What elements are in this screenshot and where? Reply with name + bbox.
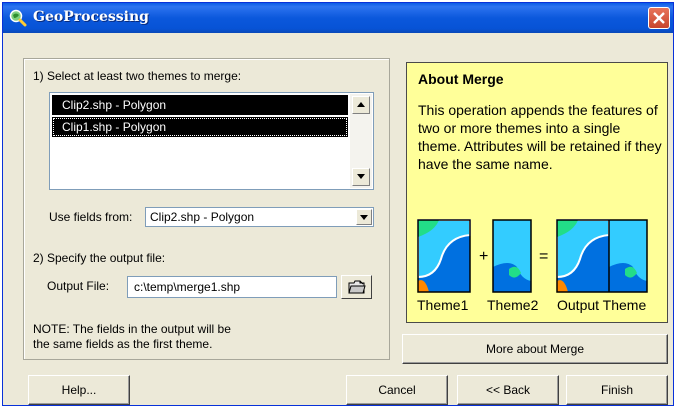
themes-scrollbar[interactable] <box>350 94 372 188</box>
help-button[interactable]: Help... <box>28 375 130 405</box>
list-item[interactable]: Clip2.shp - Polygon <box>52 95 348 115</box>
theme2-caption: Theme2 <box>487 297 539 313</box>
equals-sign: = <box>539 248 548 265</box>
about-merge-panel: About Merge This operation appends the f… <box>406 62 668 323</box>
plus-sign: + <box>479 248 488 265</box>
step1-label: 1) Select at least two themes to merge: <box>33 69 242 83</box>
close-icon <box>653 12 665 24</box>
chevron-down-icon <box>360 215 368 220</box>
arrow-down-icon <box>357 174 365 179</box>
magnifier-globe-icon <box>9 9 27 27</box>
cancel-button[interactable]: Cancel <box>346 375 448 405</box>
step2-label: 2) Specify the output file: <box>33 251 166 265</box>
back-button[interactable]: << Back <box>457 375 559 405</box>
geoprocessing-window: GeoProcessing 1) Select at least two the… <box>2 2 674 406</box>
use-fields-value: Clip2.shp - Polygon <box>150 210 255 224</box>
dropdown-arrow-button[interactable] <box>356 209 372 225</box>
about-title: About Merge <box>418 71 504 87</box>
close-button[interactable] <box>648 7 670 29</box>
title-bar[interactable]: GeoProcessing <box>3 3 673 33</box>
note-line2: the same fields as the first theme. <box>33 337 213 351</box>
scroll-up-button[interactable] <box>352 96 370 114</box>
open-folder-icon <box>348 280 366 294</box>
browse-button[interactable] <box>341 275 372 299</box>
arrow-up-icon <box>357 102 365 107</box>
finish-button[interactable]: Finish <box>566 375 668 405</box>
output-theme-caption: Output Theme <box>557 297 647 313</box>
theme1-map <box>417 219 471 293</box>
about-description: This operation appends the features of t… <box>418 102 662 172</box>
theme2-map <box>492 219 532 293</box>
merge-illustration: + = <box>417 219 648 293</box>
themes-listbox[interactable]: Clip2.shp - Polygon Clip1.shp - Polygon <box>49 92 374 190</box>
list-item[interactable]: Clip1.shp - Polygon <box>52 117 348 137</box>
more-about-merge-button[interactable]: More about Merge <box>402 334 668 364</box>
output-file-input[interactable] <box>127 276 337 298</box>
window-title: GeoProcessing <box>33 9 149 25</box>
theme1-caption: Theme1 <box>417 297 469 313</box>
scroll-down-button[interactable] <box>352 168 370 186</box>
use-fields-dropdown[interactable]: Clip2.shp - Polygon <box>145 207 374 227</box>
use-fields-label: Use fields from: <box>49 210 133 224</box>
note-line1: NOTE: The fields in the output will be <box>33 322 231 336</box>
output-file-label: Output File: <box>47 279 110 293</box>
output-theme-map <box>556 219 648 293</box>
